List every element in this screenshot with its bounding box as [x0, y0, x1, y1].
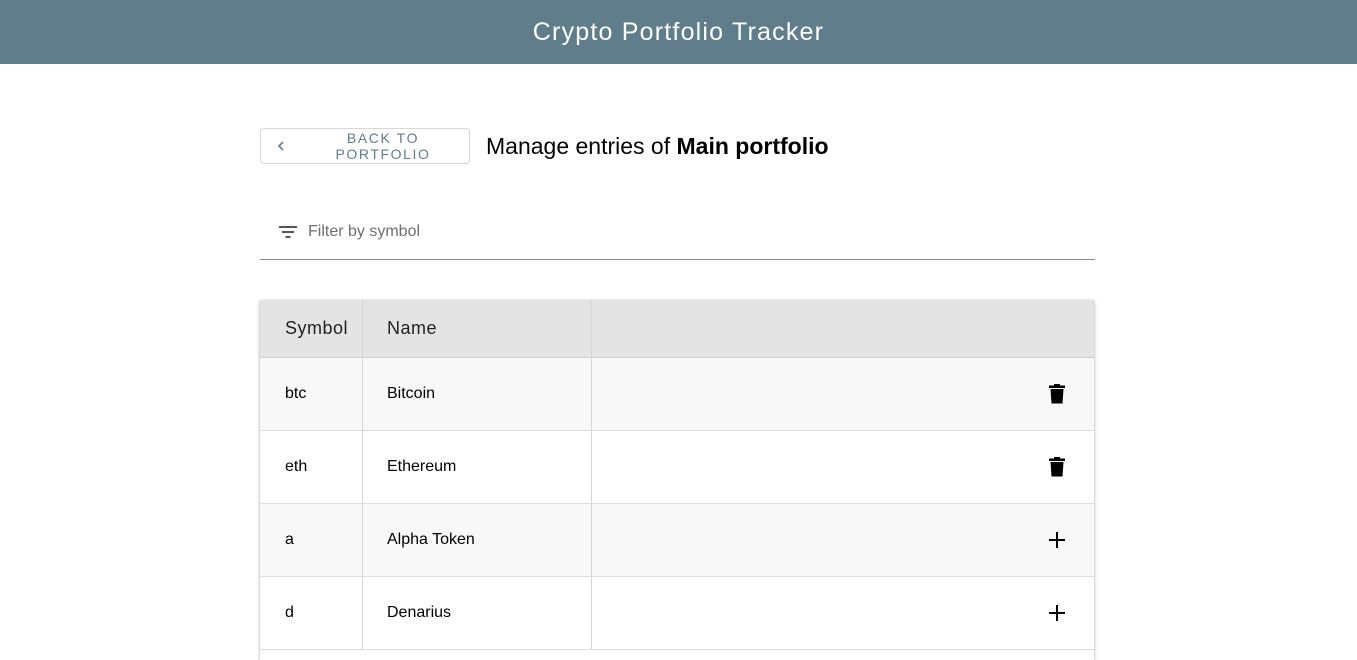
symbol-cell: d	[260, 577, 363, 649]
action-cell	[592, 577, 1094, 649]
name-cell: Bitcoin	[363, 358, 592, 430]
chevron-left-icon	[275, 140, 287, 152]
table-header-row: Symbol Name	[260, 300, 1094, 358]
plus-icon	[1049, 532, 1065, 548]
name-cell: Denarius	[363, 577, 592, 649]
column-header-symbol[interactable]: Symbol	[260, 300, 363, 357]
column-header-name[interactable]: Name	[363, 300, 592, 357]
back-to-portfolio-button[interactable]: BACK TO PORTFOLIO	[260, 128, 470, 164]
plus-icon	[1049, 605, 1065, 621]
action-cell	[592, 431, 1094, 503]
symbol-cell: btc	[260, 358, 363, 430]
table-row: d Denarius	[260, 577, 1094, 650]
table-row: eth Ethereum	[260, 431, 1094, 504]
app-header: Crypto Portfolio Tracker	[0, 0, 1357, 64]
back-button-label: BACK TO PORTFOLIO	[335, 130, 431, 162]
symbol-cell: a	[260, 504, 363, 576]
portfolio-name: Main portfolio	[676, 133, 829, 159]
app-title: Crypto Portfolio Tracker	[532, 17, 825, 46]
symbol-cell: eth	[260, 431, 363, 503]
delete-entry-button[interactable]	[1046, 383, 1068, 405]
add-entry-button[interactable]	[1046, 529, 1068, 551]
filter-symbol-input[interactable]	[308, 220, 1068, 244]
filter-list-icon	[278, 224, 298, 240]
trash-icon	[1049, 457, 1065, 477]
name-cell: Ethereum	[363, 431, 592, 503]
page-title: Manage entries of Main portfolio	[486, 130, 829, 162]
action-cell	[592, 504, 1094, 576]
delete-entry-button[interactable]	[1046, 456, 1068, 478]
trash-icon	[1049, 384, 1065, 404]
page-title-prefix: Manage entries of	[486, 133, 677, 159]
entries-table: Symbol Name btc Bitcoin eth Ethereum a A…	[260, 300, 1094, 660]
name-cell: Alpha Token	[363, 504, 592, 576]
add-entry-button[interactable]	[1046, 602, 1068, 624]
table-row: a Alpha Token	[260, 504, 1094, 577]
filter-bar	[260, 206, 1095, 260]
table-row: btc Bitcoin	[260, 358, 1094, 431]
column-header-action	[592, 300, 1094, 357]
action-cell	[592, 358, 1094, 430]
